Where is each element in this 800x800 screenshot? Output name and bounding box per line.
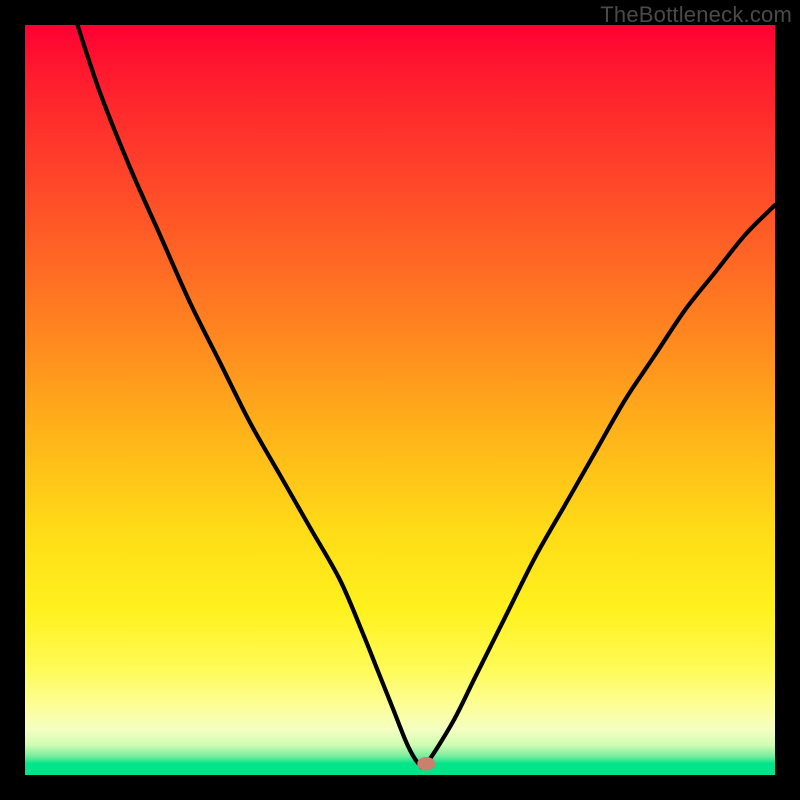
optimal-marker	[417, 757, 435, 771]
watermark-text: TheBottleneck.com	[600, 2, 792, 28]
bottleneck-curve	[25, 25, 775, 775]
plot-area	[25, 25, 775, 775]
chart-frame: TheBottleneck.com	[0, 0, 800, 800]
curve-line	[78, 25, 776, 767]
